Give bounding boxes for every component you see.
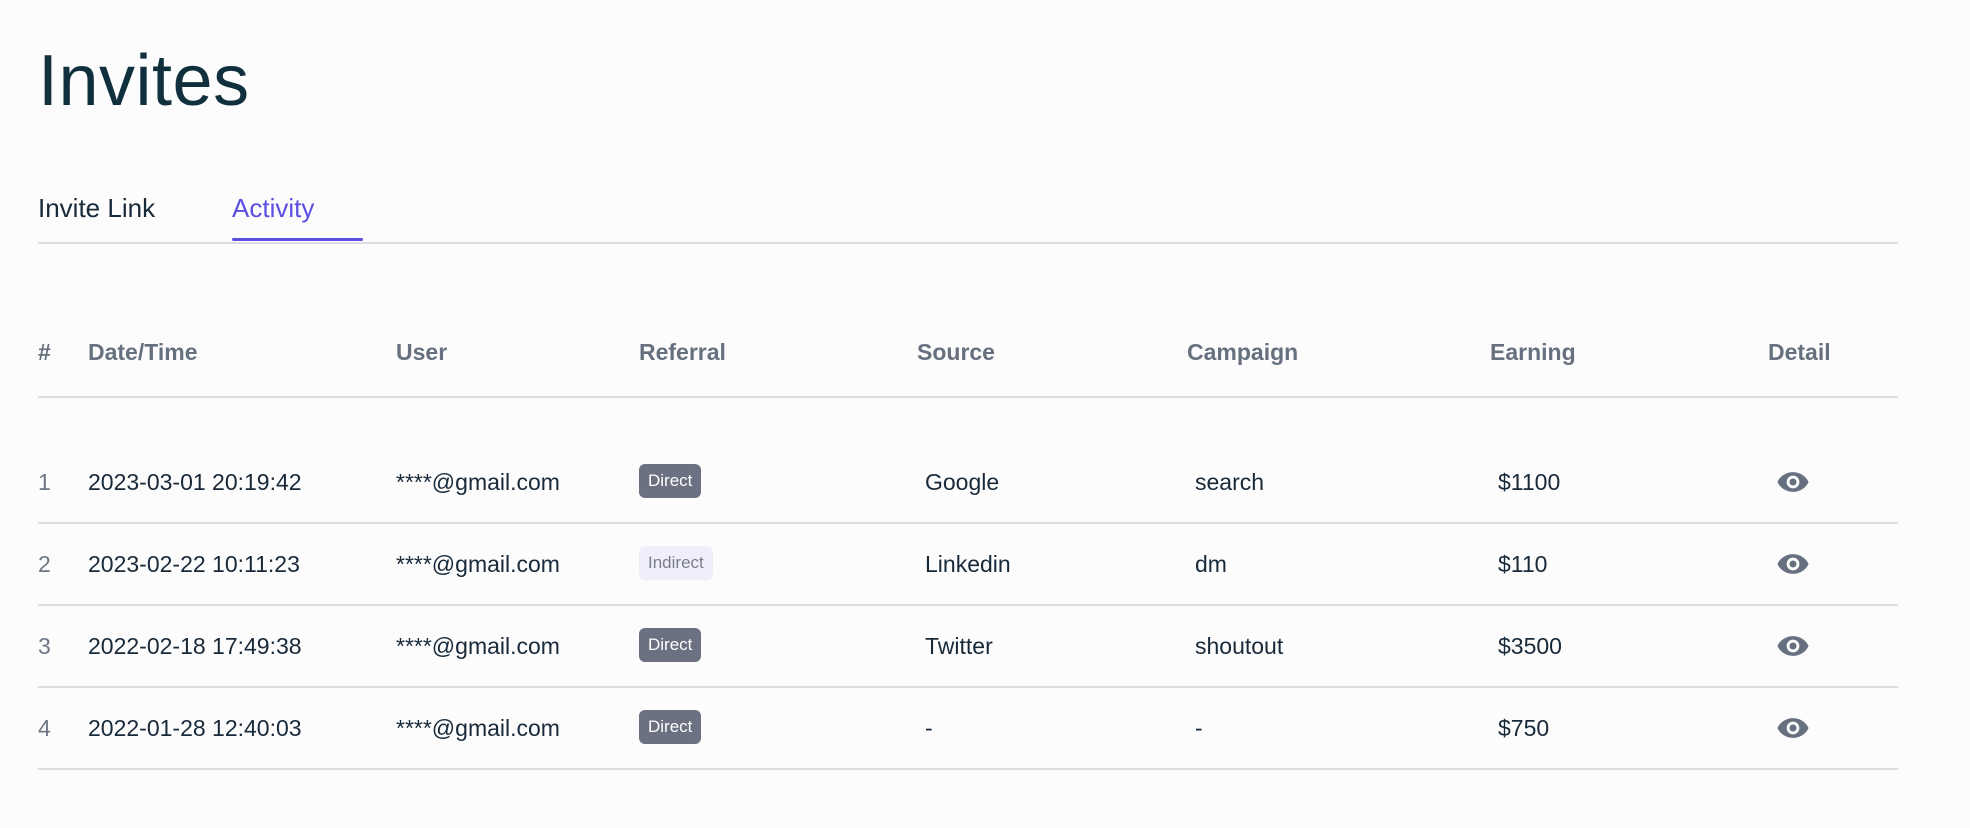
column-header-referral: Referral (639, 339, 726, 365)
table-header-row: # Date/Time User Referral Source Campaig… (38, 312, 1898, 398)
row-number: 1 (38, 469, 51, 495)
eye-icon[interactable] (1776, 547, 1810, 581)
row-date-time: 2022-01-28 12:40:03 (88, 715, 302, 741)
active-tab-indicator (232, 238, 363, 241)
row-source: Twitter (925, 633, 993, 659)
row-earning: $1100 (1498, 469, 1561, 495)
row-date-time: 2023-02-22 10:11:23 (88, 551, 300, 577)
row-user: ****@gmail.com (396, 551, 560, 577)
eye-icon[interactable] (1776, 629, 1810, 663)
eye-icon[interactable] (1776, 711, 1810, 745)
row-source: - (925, 715, 933, 741)
tab-bar: Invite Link Activity (38, 176, 1898, 244)
row-campaign: search (1195, 469, 1265, 495)
table-row: 3 2022-02-18 17:49:38 ****@gmail.com Dir… (38, 606, 1898, 688)
row-user: ****@gmail.com (396, 633, 560, 659)
row-number: 2 (38, 551, 51, 577)
referral-badge: Direct (639, 628, 702, 662)
tab-activity[interactable]: Activity (232, 190, 314, 226)
row-campaign: dm (1195, 551, 1227, 577)
row-campaign: - (1195, 715, 1203, 741)
row-earning: $750 (1498, 715, 1550, 741)
column-header-campaign: Campaign (1187, 339, 1299, 365)
column-header-detail: Detail (1768, 339, 1831, 365)
row-campaign: shoutout (1195, 633, 1284, 659)
column-header-source: Source (917, 339, 995, 365)
table-row: 2 2023-02-22 10:11:23 ****@gmail.com Ind… (38, 524, 1898, 606)
page-title: Invites (38, 41, 250, 121)
column-header-user: User (396, 339, 448, 365)
invites-page: Invites Invite Link Activity # Date/Time… (0, 0, 1970, 828)
tab-invite-link[interactable]: Invite Link (38, 190, 155, 226)
table-body: 1 2023-03-01 20:19:42 ****@gmail.com Dir… (38, 442, 1898, 770)
referral-badge: Direct (639, 464, 702, 498)
column-header-date-time: Date/Time (88, 339, 198, 365)
row-earning: $110 (1498, 551, 1548, 577)
column-header-earning: Earning (1490, 339, 1576, 365)
table-row: 4 2022-01-28 12:40:03 ****@gmail.com Dir… (38, 688, 1898, 770)
referral-badge: Indirect (639, 546, 713, 580)
row-user: ****@gmail.com (396, 469, 560, 495)
row-date-time: 2023-03-01 20:19:42 (88, 469, 302, 495)
row-source: Google (925, 469, 1000, 495)
column-header-number: # (38, 339, 51, 365)
row-user: ****@gmail.com (396, 715, 560, 741)
referral-badge: Direct (639, 710, 702, 744)
row-date-time: 2022-02-18 17:49:38 (88, 633, 302, 659)
row-earning: $3500 (1498, 633, 1562, 659)
row-number: 4 (38, 715, 51, 741)
table-row: 1 2023-03-01 20:19:42 ****@gmail.com Dir… (38, 442, 1898, 524)
row-source: Linkedin (925, 551, 1011, 577)
row-number: 3 (38, 633, 51, 659)
activity-table: # Date/Time User Referral Source Campaig… (38, 312, 1898, 770)
eye-icon[interactable] (1776, 465, 1810, 499)
